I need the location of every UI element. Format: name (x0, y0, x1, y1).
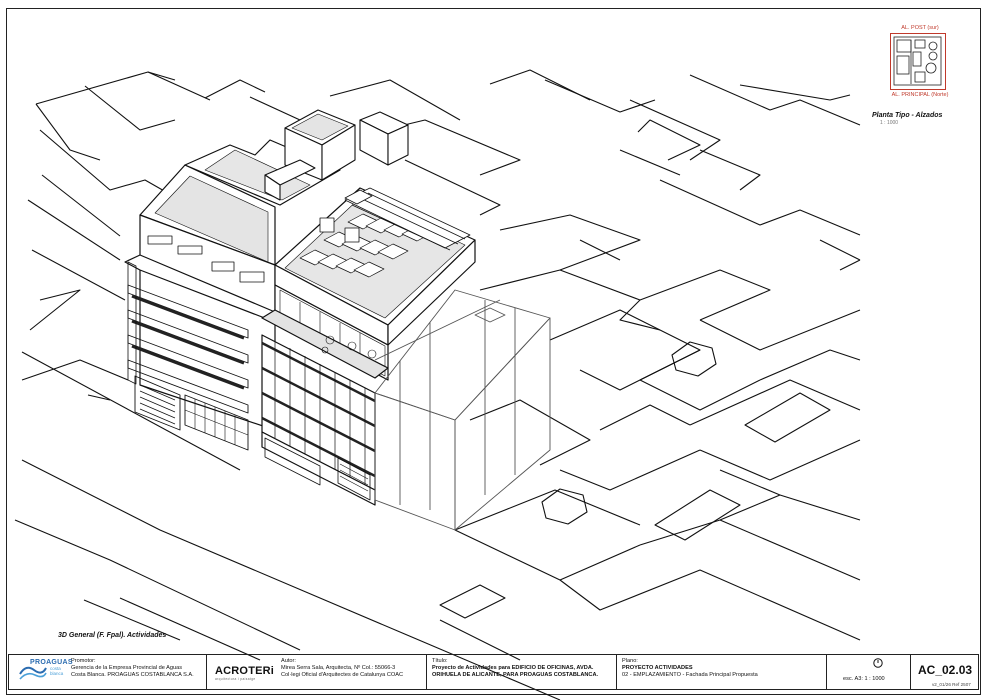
proaguas-logo-text: PROAGUAS (30, 659, 73, 666)
plan-label: Plano: (622, 658, 638, 664)
promoter-line2: Costa Blanca. PROAGUAS COSTABLANCA S.A. (71, 672, 194, 679)
key-plan-scale: 1 : 1000 (880, 120, 899, 126)
title-cell: Título: Proyecto de Actividades para EDI… (427, 655, 617, 689)
building-b (261, 187, 476, 506)
author-line1: Mirea Serra Sala, Arquitecta, Nº Col.: 5… (281, 665, 396, 672)
promoter-line1: Gerencia de la Empresa Provincial de Agu… (71, 665, 183, 672)
title-line2: ORIHUELA DE ALICANTE, PARA PROAGUAS COST… (432, 672, 599, 679)
scale-cell (827, 655, 911, 689)
isometric-drawing (14, 69, 861, 700)
key-plan-title: Planta Tipo - Alzados (872, 112, 943, 119)
drawing-caption: 3D General (F. Fpal). Actividades (58, 632, 167, 639)
clock-icon (873, 658, 883, 668)
author-line2: Col·legi Oficial d'Arquitectes de Catalu… (281, 672, 404, 679)
key-plan-outline (890, 33, 946, 90)
key-plan-label-top: AL. POST (sur) (901, 25, 939, 31)
proaguas-logo-subtext: costa blanca (50, 666, 64, 676)
proaguas-logo: PROAGUAS costa blanca (18, 656, 73, 686)
title-line1: Proyecto de Actividades para EDIFICIO DE… (432, 665, 594, 672)
title-block: Promotor: Gerencia de la Empresa Provinc… (8, 654, 979, 690)
plan-line1: PROYECTO ACTIVIDADES (622, 665, 693, 672)
plan-line2: 02 - EMPLAZAMIENTO - Fachada Principal P… (622, 672, 758, 679)
sheet-version: v2_01/26 Ref 2507 (932, 682, 971, 687)
key-plan-floorplan (893, 36, 942, 86)
key-plan-label-bottom: AL. PRINCIPAL (Norte) (891, 92, 949, 98)
promoter-label: Promotor: (71, 658, 96, 664)
acroteri-logo-subtext: arquitectura i paisatge (215, 677, 256, 681)
acroteri-logo-text: ACROTERi (215, 665, 275, 677)
plan-cell: Plano: PROYECTO ACTIVIDADES 02 - EMPLAZA… (617, 655, 827, 689)
title-label: Título: (432, 658, 448, 664)
sheet-scale: esc. A3: 1 : 1000 (843, 676, 885, 682)
sheet-code: AC_02.03 (918, 663, 973, 677)
